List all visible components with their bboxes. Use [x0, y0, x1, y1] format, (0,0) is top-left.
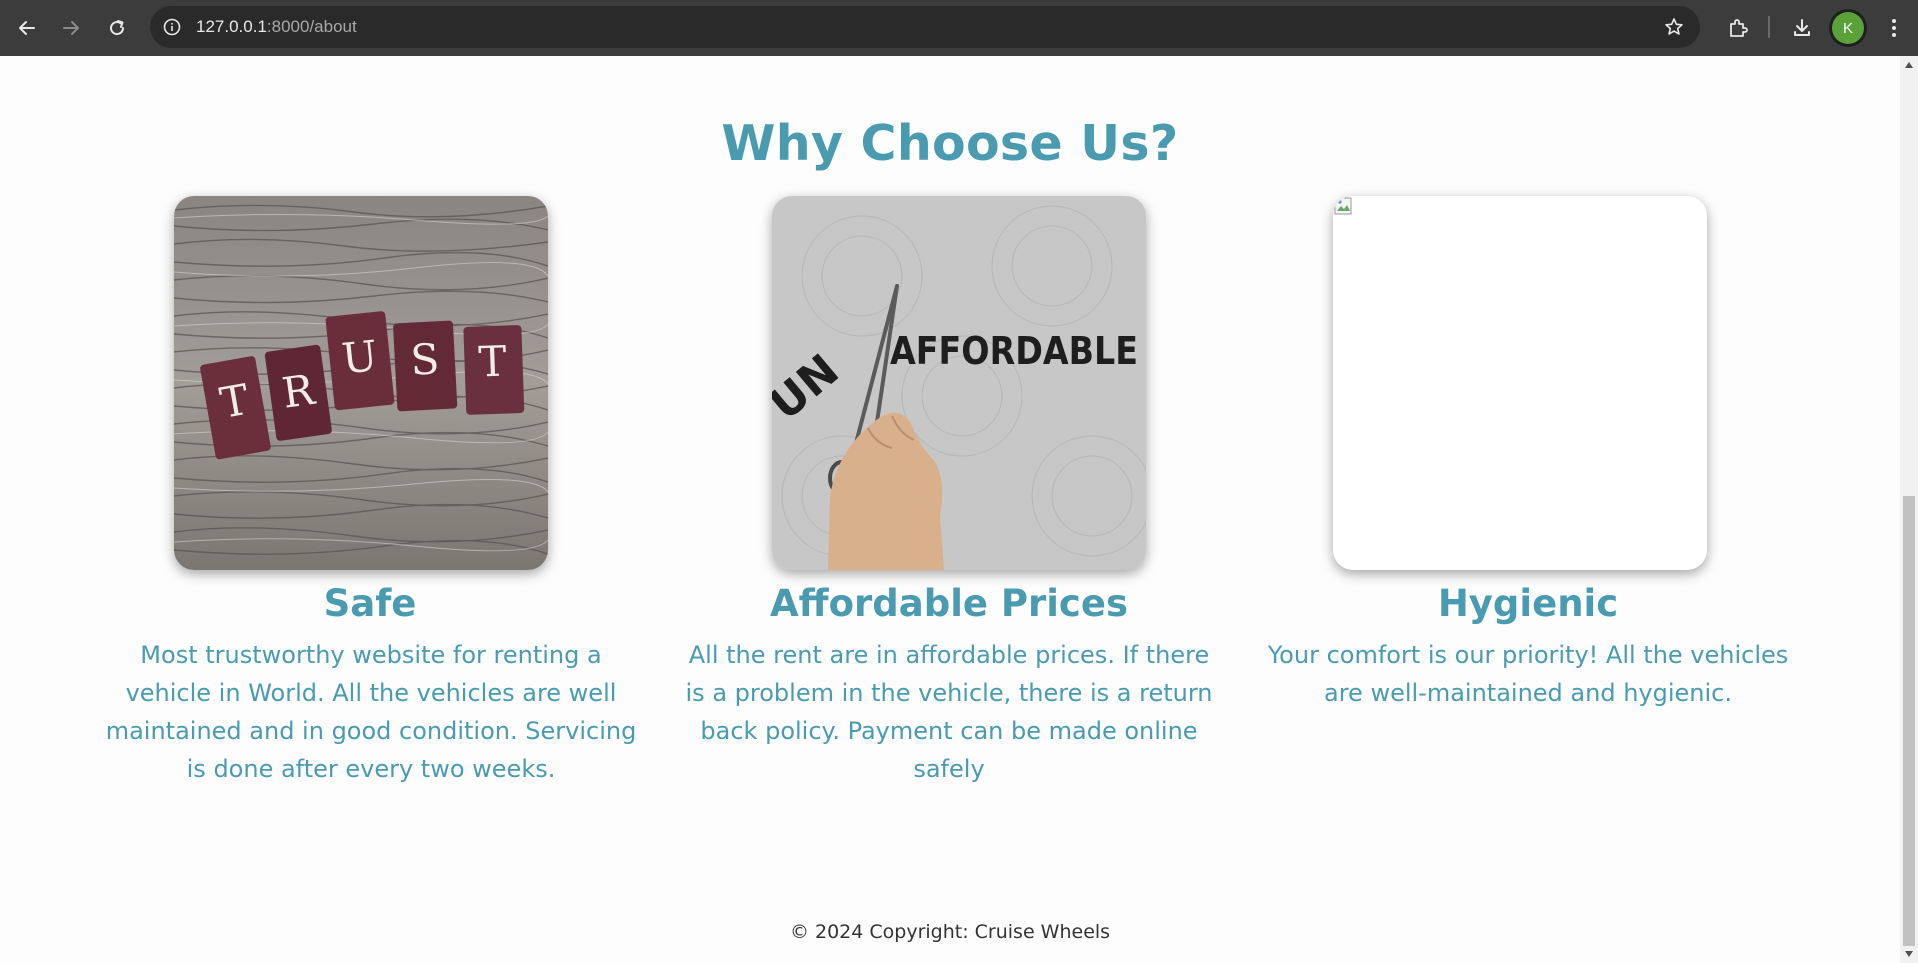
- browser-toolbar: 127.0.0.1:8000/about K: [0, 0, 1918, 56]
- card-description: Your comfort is our priority! All the ve…: [1267, 641, 1789, 707]
- broken-image-icon: [1334, 197, 1352, 215]
- scroll-down-arrow-icon[interactable]: [1905, 951, 1913, 957]
- affordable-image: UN AFFORDABLE: [772, 196, 1146, 570]
- tile-letter: U: [339, 331, 379, 383]
- card-title: Safe: [323, 582, 417, 625]
- menu-kebab-icon[interactable]: [1878, 12, 1910, 44]
- forward-button[interactable]: [55, 12, 87, 44]
- site-info-icon[interactable]: [160, 15, 184, 39]
- about-page: Why Choose Us? T R U S T Safe Most trust…: [0, 56, 1900, 963]
- bookmark-star-icon[interactable]: [1662, 15, 1686, 39]
- card-description: Most trustworthy website for renting a v…: [105, 641, 637, 783]
- card-title: Affordable Prices: [770, 582, 1128, 625]
- download-icon[interactable]: [1786, 12, 1818, 44]
- back-button[interactable]: [11, 12, 43, 44]
- url-path: :8000/about: [266, 17, 357, 36]
- back-arrow-icon: [19, 21, 35, 35]
- image-word-text: AFFORDABLE: [890, 329, 1138, 373]
- profile-avatar[interactable]: K: [1832, 12, 1864, 44]
- address-bar[interactable]: 127.0.0.1:8000/about: [150, 6, 1700, 48]
- card-title: Hygienic: [1437, 582, 1619, 625]
- extensions-icon[interactable]: [1722, 12, 1754, 44]
- card-description: All the rent are in affordable prices. I…: [685, 641, 1213, 783]
- forward-arrow-icon: [63, 21, 79, 35]
- scrollbar-thumb[interactable]: [1903, 496, 1915, 946]
- page-title: Why Choose Us?: [721, 115, 1179, 172]
- reload-icon: [110, 20, 125, 36]
- scroll-up-arrow-icon[interactable]: [1905, 62, 1913, 68]
- reload-button[interactable]: [101, 12, 133, 44]
- toolbar-divider: [1768, 16, 1770, 38]
- trust-image: T R U S T: [174, 196, 548, 570]
- url-host: 127.0.0.1: [196, 17, 267, 36]
- footer-copyright: © 2024 Copyright: Cruise Wheels: [789, 921, 1111, 943]
- tile-letter: S: [409, 334, 440, 384]
- broken-image: [1333, 196, 1707, 570]
- page-scrollbar[interactable]: [1900, 56, 1918, 963]
- url-text[interactable]: 127.0.0.1:8000/about: [196, 17, 357, 37]
- tile-letter: T: [478, 337, 508, 387]
